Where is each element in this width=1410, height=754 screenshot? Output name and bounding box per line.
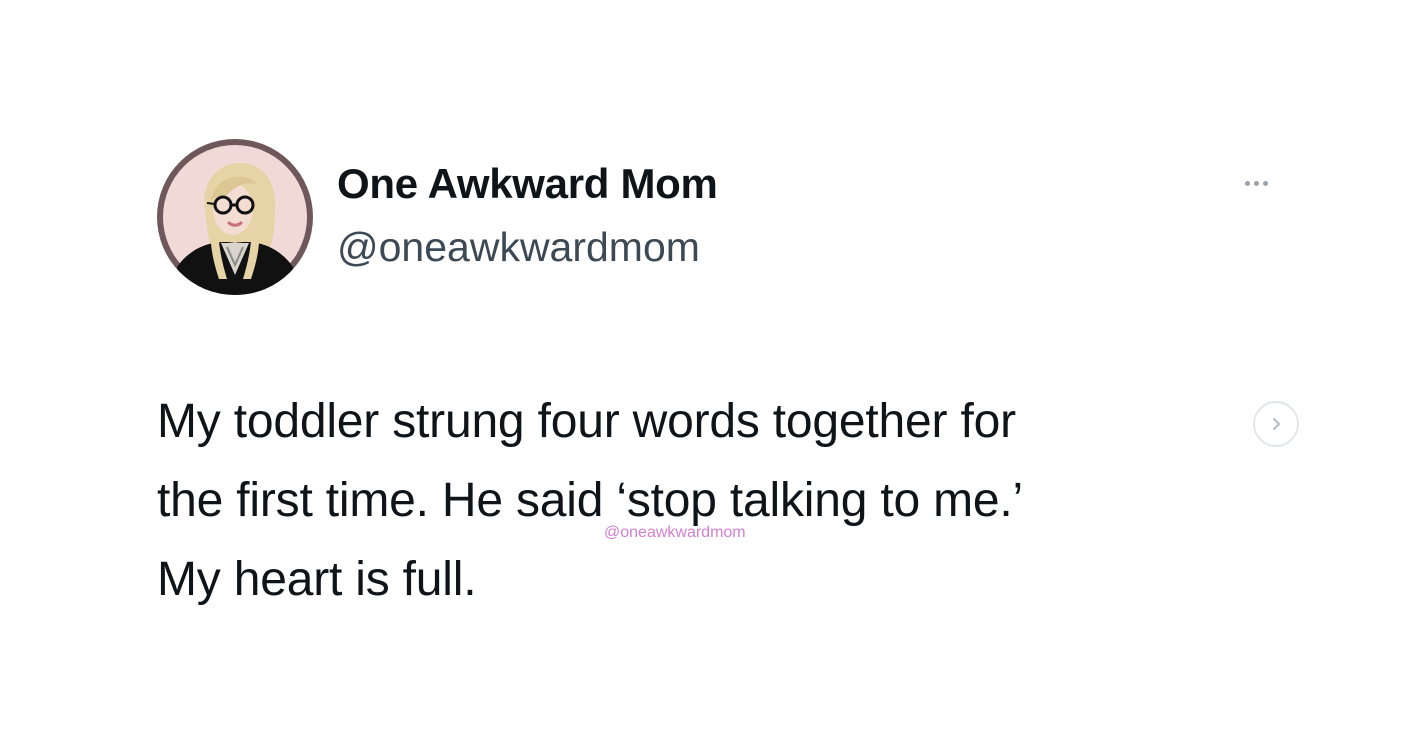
author-display-name[interactable]: One Awkward Mom [337,160,718,208]
more-options-button[interactable] [1234,170,1278,196]
author-handle[interactable]: @oneawkwardmom [337,224,700,271]
tweet-card: One Awkward Mom @oneawkwardmom My toddle… [0,0,1410,754]
watermark: @oneawkwardmom [604,524,746,541]
more-options-icon [1244,180,1268,186]
tweet-text-line: My toddler strung four words together fo… [157,395,1016,448]
avatar[interactable] [157,139,313,295]
next-button[interactable] [1253,401,1299,447]
chevron-right-icon [1273,418,1280,430]
illustrated-woman-avatar-icon [163,145,307,295]
tweet-text: My toddler strung four words together fo… [157,382,1257,619]
tweet-text-line: My heart is full. [157,553,477,606]
